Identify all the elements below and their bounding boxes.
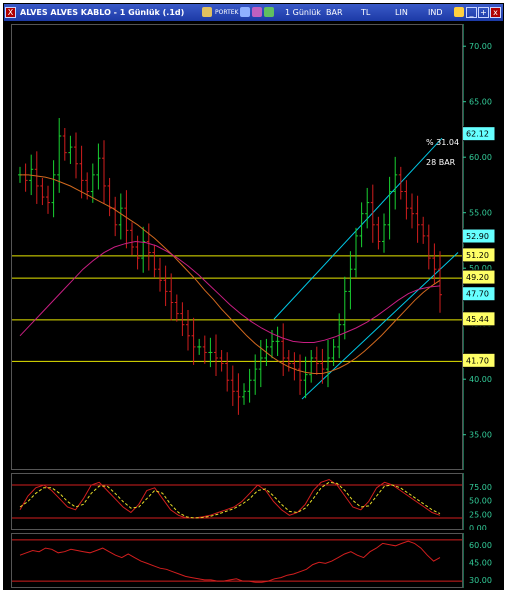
osc-tick-label: 60.00 (469, 541, 492, 550)
pencil-icon[interactable] (252, 7, 262, 17)
level-tag-0-label: 51.20 (466, 251, 489, 260)
close-button[interactable]: x (490, 7, 501, 18)
stochastic-chart (12, 478, 462, 519)
stochastic-axis-svg: 75.00 50.00 25.00 0.00 (462, 473, 492, 533)
price-axis: 70.0065.0060.0055.0050.0045.0040.0035.00… (460, 24, 503, 470)
osc-line (19, 540, 441, 583)
price-tag-2-label: 47.70 (466, 290, 489, 299)
oscillator-panel[interactable] (11, 533, 463, 588)
indicator-selector[interactable]: IND (428, 4, 443, 21)
toolbar-small-label: PORTEK (215, 9, 239, 16)
stochastic-axis: 75.00 50.00 25.00 0.00 (462, 473, 503, 533)
maximize-button[interactable]: + (478, 7, 489, 18)
price-tick-label: 65.00 (469, 98, 492, 107)
level-tag-2-label: 45.44 (466, 315, 489, 324)
window-title: ALVES ALVES KABLO - 1 Günlük (.1d) (20, 8, 185, 17)
osc-tick-label: 30.00 (469, 576, 492, 585)
price-tick-label: 70.00 (469, 42, 492, 51)
ma-slow-line (19, 240, 441, 343)
minimize-button[interactable]: _ (466, 7, 477, 18)
channel-percent-label: % 31.04 (426, 138, 459, 147)
level-tag-3-label: 41.70 (466, 356, 489, 365)
system-close-icon[interactable]: X (5, 7, 16, 18)
channel-upper-line (273, 137, 443, 320)
chart-type-selector[interactable]: BAR (326, 4, 343, 21)
oscillator-axis-svg: 60.00 45.00 30.00 (462, 533, 492, 588)
stoch-tick-label: 0.00 (469, 524, 487, 530)
title-bar[interactable]: X ALVES ALVES KABLO - 1 Günlük (.1d) POR… (4, 4, 503, 21)
price-tick-label: 35.00 (469, 431, 492, 440)
chart-tool-icon[interactable] (202, 7, 212, 17)
price-tick-label: 40.00 (469, 375, 492, 384)
alert-icon[interactable] (454, 7, 464, 17)
price-chart: % 31.04 28 BAR (12, 118, 462, 415)
crosshair-icon[interactable] (240, 7, 250, 17)
currency-selector[interactable]: TL (361, 4, 370, 21)
stochastic-panel[interactable] (11, 473, 463, 530)
price-tag-1-label: 52.90 (466, 232, 489, 241)
stoch-tick-label: 50.00 (469, 497, 492, 506)
oscillator-chart (12, 539, 462, 583)
stoch-tick-label: 25.00 (469, 510, 492, 519)
period-selector[interactable]: 1 Günlük (285, 4, 321, 21)
price-tick-label: 60.00 (469, 153, 492, 162)
price-axis-svg: 70.0065.0060.0055.0050.0045.0040.0035.00… (460, 24, 496, 470)
oscillator-axis: 60.00 45.00 30.00 (462, 533, 503, 588)
channel-bars-label: 28 BAR (426, 158, 456, 167)
price-tag-0-label: 62.12 (466, 130, 489, 139)
osc-tick-label: 45.00 (469, 558, 492, 567)
price-tick-label: 55.00 (469, 209, 492, 218)
chart-window: X ALVES ALVES KABLO - 1 Günlük (.1d) POR… (3, 3, 504, 590)
level-tag-1-label: 49.20 (466, 273, 489, 282)
ma-fast-line (20, 174, 441, 374)
settings-icon[interactable] (264, 7, 274, 17)
price-panel[interactable]: % 31.04 28 BAR (11, 24, 463, 470)
stoch-tick-label: 75.00 (469, 483, 492, 492)
scale-selector[interactable]: LIN (395, 4, 408, 21)
